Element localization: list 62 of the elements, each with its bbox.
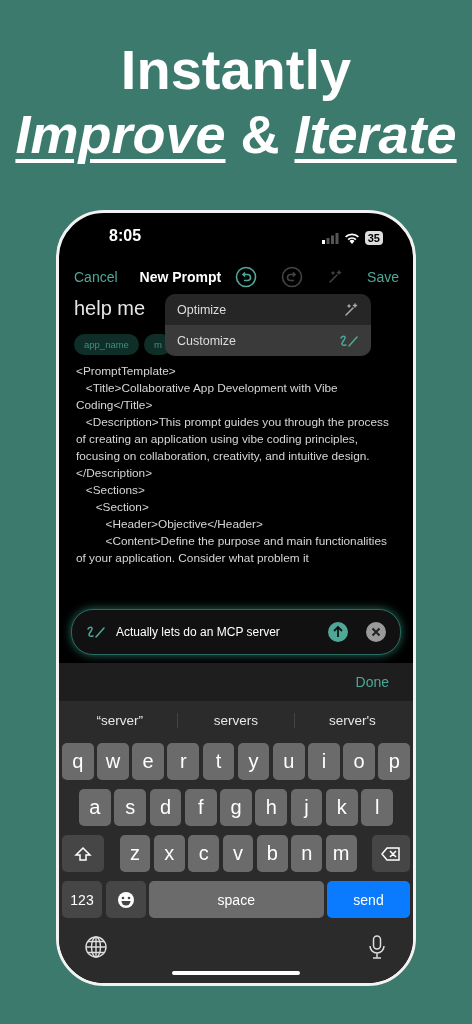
suggestion[interactable]: server's [293,712,410,728]
screen-title: New Prompt [139,269,222,285]
key[interactable]: x [153,835,185,872]
done-button[interactable]: Done [355,674,389,690]
headline: Improve & Iterate [15,103,457,166]
key[interactable]: o [343,743,375,780]
squiggle-pen-icon [86,625,106,639]
key[interactable]: s [114,789,147,826]
space-key[interactable]: space [149,881,324,918]
key[interactable]: h [255,789,288,826]
shift-key[interactable] [62,835,104,872]
key[interactable]: r [167,743,200,780]
key[interactable]: f [184,789,217,826]
variable-chip[interactable]: app_name [74,334,139,355]
key[interactable]: y [237,743,270,780]
key[interactable]: q [62,743,94,780]
shift-icon [74,845,92,862]
microphone-icon[interactable] [368,935,386,959]
key[interactable]: d [149,789,182,826]
headline: Instantly [120,38,352,102]
wifi-icon [343,232,360,244]
battery-level: 35 [364,231,383,245]
key[interactable]: v [222,835,254,872]
key[interactable]: j [290,789,323,826]
key[interactable]: z [119,835,151,872]
magic-wand-icon [343,301,359,318]
send-icon[interactable] [328,622,348,642]
key[interactable]: n [291,835,323,872]
numbers-key[interactable]: 123 [62,881,102,918]
key[interactable]: g [220,789,252,826]
menu-item[interactable]: Optimize [165,294,371,325]
menu-item[interactable]: Customize [165,325,371,356]
backspace-icon [381,846,401,861]
prompt-text: <PromptTemplate> <Title>Collaborative App Development with Vibe Coding</Title> <Description>This prompt guides you through the process of creating an application using vibe coding principles, focusing on collaboration, creativity, and intuitive design.</Description> <Sections> <Section> <Header>Objective</Header> <Content>Define the purpose and main functionalities of your application. Consider what problem it [76,363,390,567]
instruction-field[interactable]: Actually lets do an MCP server [71,609,401,655]
key[interactable]: t [202,743,235,780]
status-time: 8:05 [109,227,142,245]
key[interactable]: u [272,743,305,780]
key[interactable]: w [97,743,129,780]
undo-icon[interactable] [235,266,258,288]
suggestion[interactable]: servers [177,712,294,728]
send-key[interactable]: send [327,881,410,918]
prompt-title: help me [74,297,146,320]
emoji-key[interactable] [105,881,146,918]
globe-icon[interactable] [84,935,108,959]
key[interactable]: l [361,789,394,826]
key[interactable]: e [132,743,164,780]
key[interactable]: p [378,743,411,780]
close-icon[interactable] [366,622,386,642]
cancel-button[interactable]: Cancel [74,269,118,285]
key[interactable]: a [79,789,111,826]
smiley-icon [116,890,135,909]
squiggle-pen-icon [339,333,359,348]
suggestion[interactable]: “server” [62,712,178,728]
key[interactable]: c [188,835,220,872]
key[interactable]: i [308,743,340,780]
key[interactable]: k [325,789,358,826]
save-button[interactable]: Save [367,269,399,285]
key[interactable]: b [256,835,288,872]
delete-key[interactable] [372,835,410,872]
key[interactable]: m [325,835,357,872]
signal-icon [321,232,339,244]
